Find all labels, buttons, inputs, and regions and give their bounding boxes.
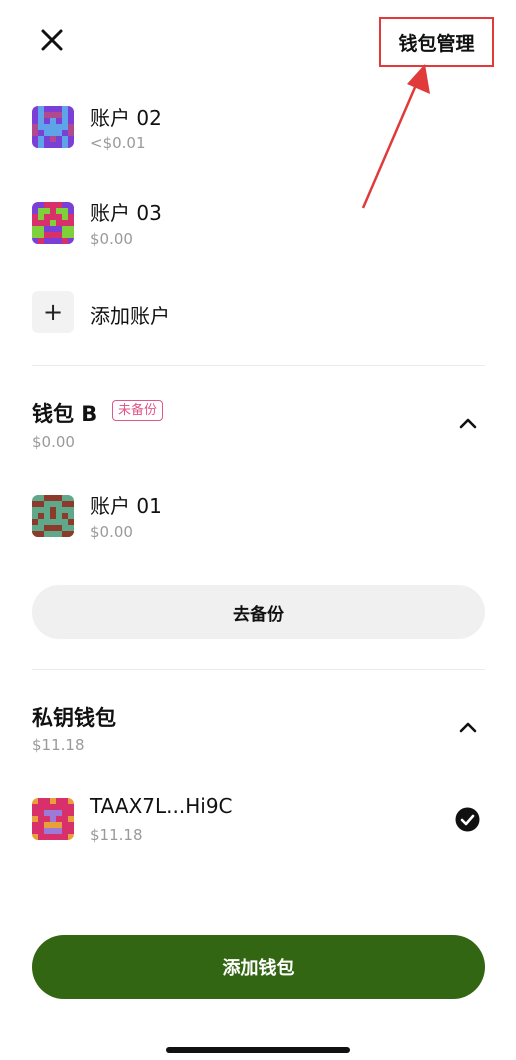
home-indicator xyxy=(166,1047,350,1053)
add-wallet-label: 添加钱包 xyxy=(222,958,295,979)
close-button[interactable] xyxy=(36,24,68,56)
account-balance: $0.00 xyxy=(90,523,133,541)
account-balance: $0.00 xyxy=(90,230,133,248)
divider xyxy=(32,365,485,366)
chevron-up-icon xyxy=(459,418,477,429)
chevron-up-icon xyxy=(459,722,477,733)
private-key-wallet-title[interactable]: 私钥钱包 xyxy=(32,702,116,732)
backup-button[interactable]: 去备份 xyxy=(32,585,485,639)
account-avatar xyxy=(32,202,74,244)
account-balance: $11.18 xyxy=(90,826,143,844)
divider xyxy=(32,669,485,670)
wallet-management-label: 钱包管理 xyxy=(398,32,475,55)
wallet-b-balance: $0.00 xyxy=(32,433,75,451)
add-wallet-button[interactable]: 添加钱包 xyxy=(32,935,485,999)
add-account-button[interactable]: + xyxy=(32,291,74,333)
annotation-arrow-icon xyxy=(361,64,430,209)
plus-icon: + xyxy=(42,298,64,326)
account-name[interactable]: 账户 01 xyxy=(90,490,162,519)
account-name[interactable]: TAAX7L...Hi9C xyxy=(90,794,233,818)
account-avatar xyxy=(32,798,74,840)
not-backed-up-badge: 未备份 xyxy=(112,400,164,421)
wallet-b-title[interactable]: 钱包 B xyxy=(32,398,97,428)
account-avatar xyxy=(32,495,74,537)
backup-label: 去备份 xyxy=(233,604,284,625)
selected-check-icon xyxy=(455,807,480,832)
collapse-private-key-wallet-button[interactable] xyxy=(456,715,480,739)
account-name[interactable]: 账户 02 xyxy=(90,102,162,131)
account-balance: <$0.01 xyxy=(90,134,146,152)
add-account-label[interactable]: 添加账户 xyxy=(90,300,170,329)
close-icon xyxy=(41,29,63,51)
private-key-wallet-balance: $11.18 xyxy=(32,736,85,754)
collapse-wallet-b-button[interactable] xyxy=(456,411,480,435)
account-name[interactable]: 账户 03 xyxy=(90,197,162,226)
account-avatar xyxy=(32,106,74,148)
